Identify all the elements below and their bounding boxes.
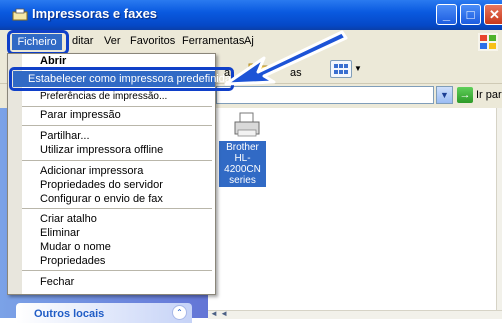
menu-item-delete[interactable]: Eliminar <box>40 227 80 239</box>
windows-logo-icon <box>478 33 498 51</box>
scroll-left-icon[interactable]: ◄ ◄ <box>210 309 228 318</box>
menu-separator <box>22 106 212 107</box>
printer-icon[interactable] <box>232 112 262 138</box>
menu-item-abrir[interactable]: Abrir <box>40 55 66 67</box>
menu-item-fax-setup[interactable]: Configurar o envio de fax <box>40 193 163 205</box>
go-arrow-icon[interactable]: → <box>457 87 473 103</box>
menu-ficheiro[interactable]: Ficheiro <box>12 34 62 50</box>
menu-item-preferences[interactable]: Preferências de impressão... <box>40 91 167 102</box>
printer-label-line: HL-4200CN <box>224 153 261 175</box>
menu-editar[interactable]: ditar <box>72 35 93 47</box>
menu-item-server-properties[interactable]: Propriedades do servidor <box>40 179 163 191</box>
menu-item-rename[interactable]: Mudar o nome <box>40 241 111 253</box>
printer-label-line: Brother <box>226 142 259 153</box>
close-button[interactable]: ✕ <box>484 4 502 25</box>
printer-label-line: series <box>229 175 256 186</box>
minimize-button[interactable]: _ <box>436 4 457 25</box>
maximize-button[interactable]: □ <box>460 4 481 25</box>
menu-item-create-shortcut[interactable]: Criar atalho <box>40 213 97 225</box>
pointer-arrow-icon <box>224 30 348 86</box>
menu-ver[interactable]: Ver <box>104 35 121 47</box>
menu-separator <box>22 160 212 161</box>
menu-separator <box>22 125 212 126</box>
task-section-title[interactable]: Outros locais <box>34 308 104 320</box>
menu-separator <box>22 208 212 209</box>
go-button[interactable]: Ir para <box>476 89 502 101</box>
vertical-scrollbar[interactable] <box>496 108 502 310</box>
set-default-highlight <box>9 67 234 91</box>
menu-item-offline[interactable]: Utilizar impressora offline <box>40 144 163 156</box>
menu-item-share[interactable]: Partilhar... <box>40 130 90 142</box>
window-title: Impressoras e faxes <box>32 6 158 21</box>
printers-folder-icon <box>12 8 28 21</box>
printers-list <box>208 108 496 310</box>
menu-favoritos[interactable]: Favoritos <box>130 35 175 47</box>
menu-item-close[interactable]: Fechar <box>40 276 74 288</box>
menu-item-properties[interactable]: Propriedades <box>40 255 105 267</box>
printer-item-label[interactable]: Brother HL-4200CN series <box>219 141 266 187</box>
menu-item-add-printer[interactable]: Adicionar impressora <box>40 165 143 177</box>
address-dropdown-icon[interactable]: ▼ <box>436 86 453 104</box>
menu-separator <box>22 270 212 271</box>
menu-item-pause[interactable]: Parar impressão <box>40 109 121 121</box>
views-dropdown-icon[interactable]: ▼ <box>354 64 362 73</box>
